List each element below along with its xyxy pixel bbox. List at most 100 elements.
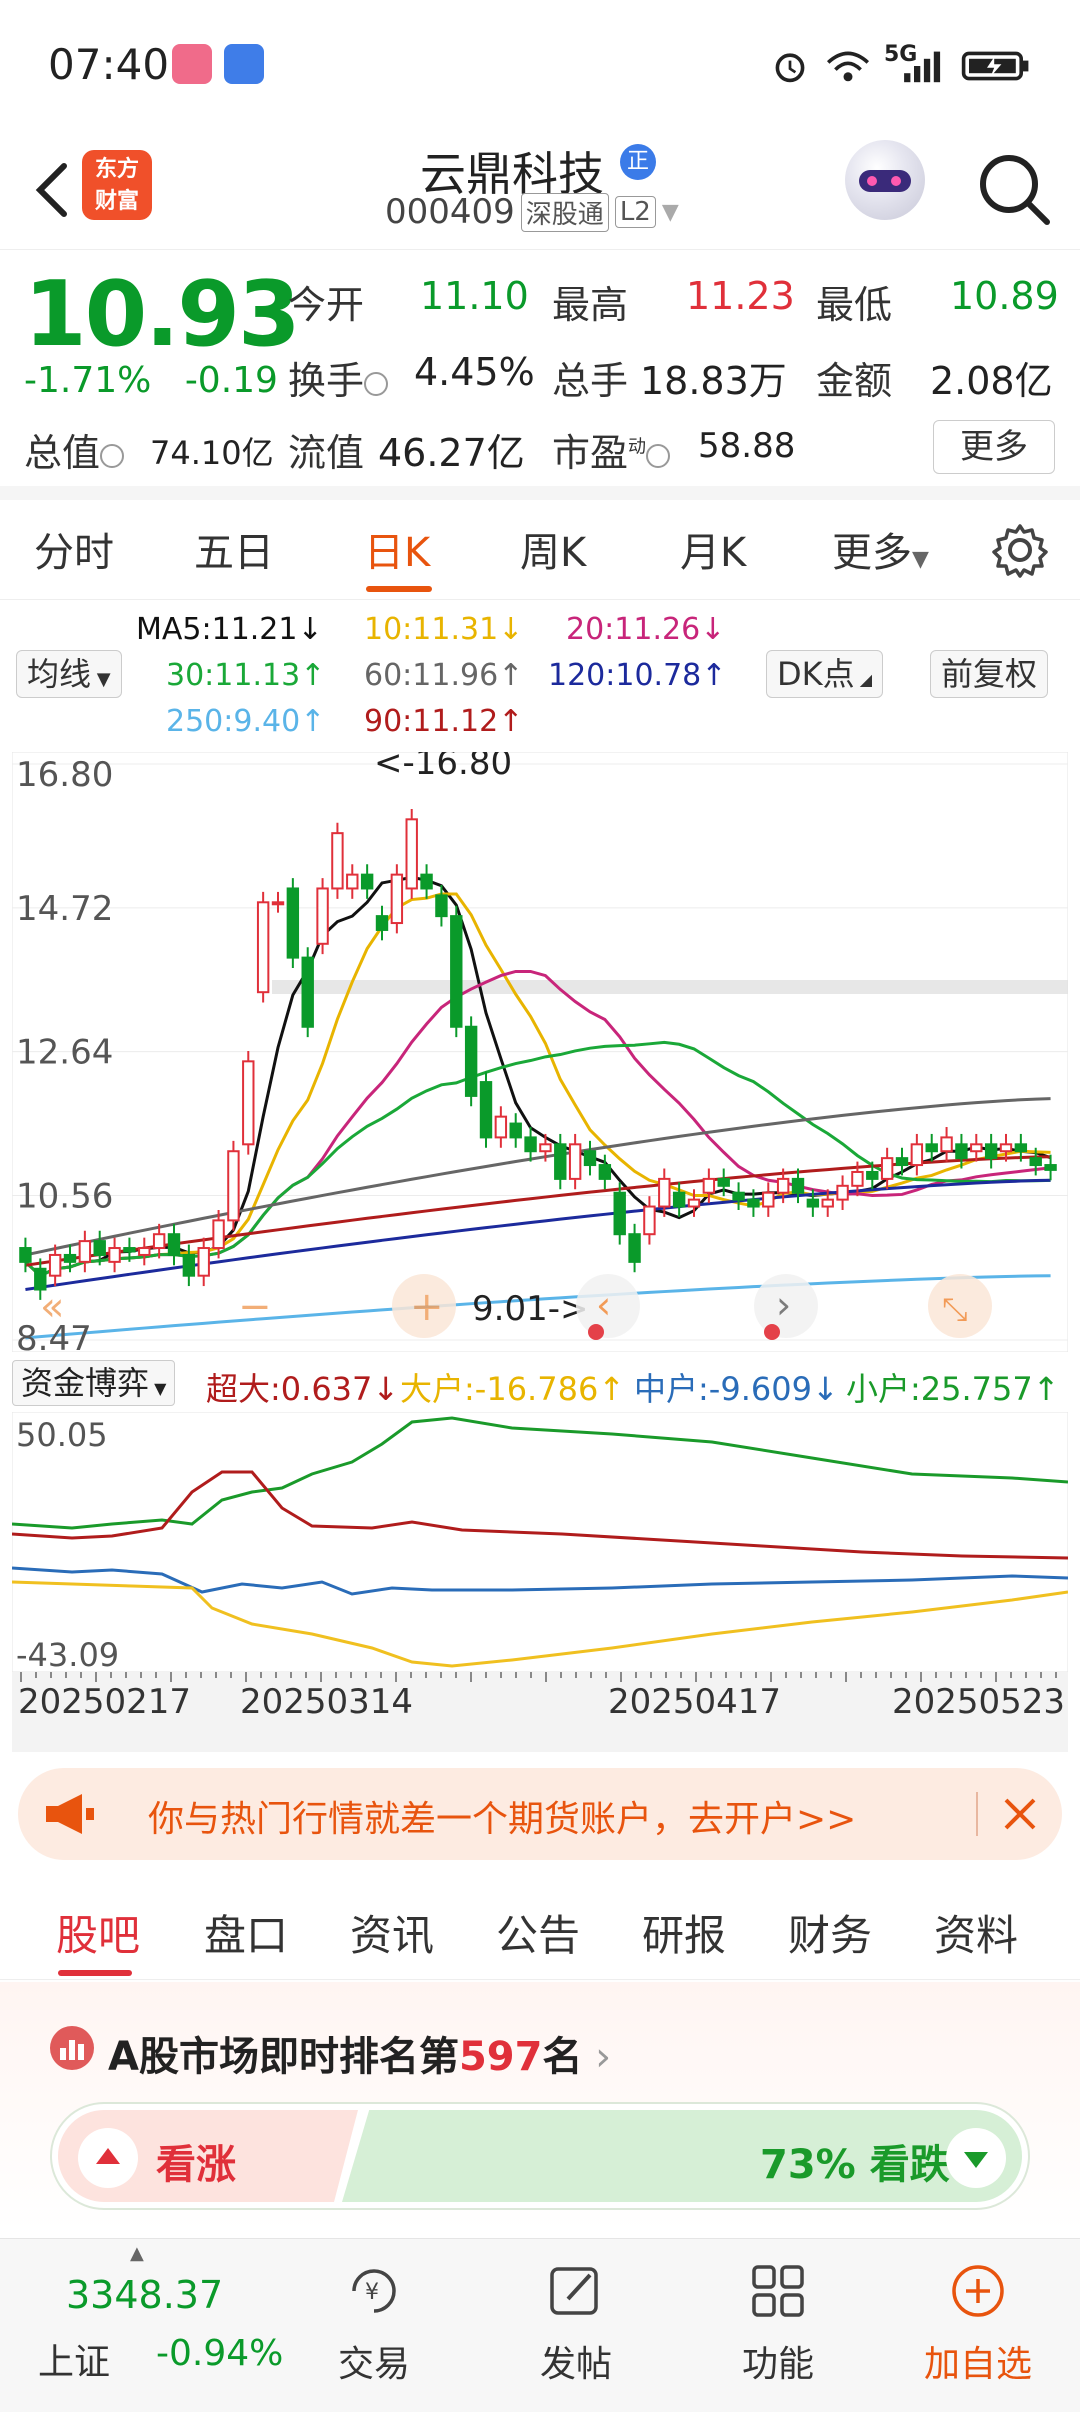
candle xyxy=(791,1177,805,1194)
search-icon[interactable] xyxy=(975,150,1055,230)
function-button[interactable]: 功能 xyxy=(698,2335,858,2387)
ma10-value: 10:11.31↓ xyxy=(364,612,524,647)
candle xyxy=(227,1150,240,1222)
period-tabs: 分时 五日 日K 周K 月K 更多▼ xyxy=(0,500,1080,600)
more-button[interactable]: 更多 xyxy=(933,420,1055,474)
dk-point-button[interactable]: DK点 ◢ xyxy=(766,650,884,698)
next-icon[interactable]: › xyxy=(776,1283,791,1327)
fund-flow-legend: 资金博弈 ▼ 超大:0.637↓ 大户:-16.786↑ 中户:-9.609↓ … xyxy=(0,1360,1080,1410)
date-tick xyxy=(215,1672,217,1678)
dk-marker xyxy=(588,1324,604,1340)
open-label: 今开 xyxy=(288,283,365,327)
min-price-label: 9.01-> xyxy=(472,1289,588,1329)
section-tabs: 股吧 盘口 资讯 公告 研报 财务 资料 xyxy=(0,1880,1080,1980)
volume-value: 18.83万 xyxy=(640,359,787,403)
down-arrow-icon xyxy=(964,2152,988,2168)
candle xyxy=(1014,1143,1028,1153)
flow-selector[interactable]: 资金博弈 ▼ xyxy=(12,1360,176,1406)
sentiment-vote: 看涨 73% 看跌 xyxy=(50,2102,1030,2210)
back-icon[interactable] xyxy=(20,150,90,230)
tab-intraday[interactable]: 分时 xyxy=(34,520,114,578)
tab-finance[interactable]: 财务 xyxy=(788,1902,872,1963)
tab-profile[interactable]: 资料 xyxy=(934,1902,1018,1963)
info-icon[interactable] xyxy=(364,371,389,396)
candle xyxy=(598,1164,612,1180)
svg-text:¥: ¥ xyxy=(365,2280,379,2305)
date-tick xyxy=(965,1672,967,1678)
promo-banner[interactable]: 你与热门行情就差一个期货账户，去开户>> xyxy=(18,1768,1062,1860)
tab-weekly-k[interactable]: 周K xyxy=(520,520,586,578)
candle xyxy=(286,887,300,959)
date-tick xyxy=(890,1672,892,1678)
tab-daily-k[interactable]: 日K xyxy=(364,520,430,578)
date-tick xyxy=(425,1672,427,1678)
date-label: 20250314 xyxy=(240,1682,414,1722)
bearish-button[interactable] xyxy=(946,2128,1006,2188)
date-tick xyxy=(635,1672,637,1678)
date-tick xyxy=(500,1672,502,1678)
tab-research[interactable]: 研报 xyxy=(642,1902,726,1963)
mktcap-label-text: 总值 xyxy=(24,431,101,475)
candle xyxy=(910,1143,924,1167)
candle xyxy=(479,1081,493,1139)
tab-announcements[interactable]: 公告 xyxy=(496,1902,580,1963)
index-name: 上证 xyxy=(38,2342,111,2383)
candle xyxy=(821,1198,834,1208)
fullscreen-icon[interactable]: ⤡ xyxy=(942,1290,968,1328)
info-icon[interactable] xyxy=(646,443,671,468)
tab-news[interactable]: 资讯 xyxy=(350,1902,434,1963)
tab-orderbook[interactable]: 盘口 xyxy=(204,1902,288,1963)
stock-header: 东方 财富 云鼎科技 正 000409 深股通 L2 ▼ xyxy=(0,130,1080,250)
zoom-in-icon[interactable]: + xyxy=(410,1284,444,1330)
date-tick xyxy=(770,1672,772,1682)
app-notification-icon xyxy=(224,44,264,84)
candle xyxy=(583,1150,597,1167)
tab-more[interactable]: 更多▼ xyxy=(832,520,929,578)
market-rank[interactable]: A股市场即时排名第597名 › xyxy=(108,2024,611,2082)
trade-button[interactable]: 交易 xyxy=(294,2335,454,2387)
candle xyxy=(494,1115,508,1139)
ma5-value: MA5:11.21↓ xyxy=(136,612,323,647)
grid-apps-icon xyxy=(752,2265,804,2317)
candle xyxy=(331,832,344,890)
rank-icon xyxy=(50,2026,94,2070)
indicator-selector[interactable]: 均线 ▼ xyxy=(16,650,122,698)
tab-five-day[interactable]: 五日 xyxy=(194,520,274,578)
adjust-button[interactable]: 前复权 xyxy=(930,650,1049,698)
info-icon[interactable] xyxy=(100,443,125,468)
close-icon[interactable] xyxy=(998,1792,1042,1836)
candle xyxy=(687,1198,701,1208)
pe-superscript: 动 xyxy=(628,436,647,458)
prev-icon[interactable]: ‹ xyxy=(596,1283,611,1327)
date-label: 20250417 xyxy=(608,1682,782,1722)
candle xyxy=(390,873,404,925)
bearish-text: 看跌 xyxy=(869,2142,950,2188)
date-tick xyxy=(1055,1672,1057,1678)
candle xyxy=(152,1233,166,1250)
post-icon xyxy=(550,2267,598,2315)
tab-forum[interactable]: 股吧 xyxy=(56,1902,140,1963)
stock-code-row[interactable]: 000409 深股通 L2 ▼ xyxy=(385,192,679,232)
candle xyxy=(955,1143,968,1160)
mktcap-value: 74.10亿 xyxy=(150,434,274,472)
y-tick-label: 10.56 xyxy=(16,1176,113,1216)
index-ticker[interactable]: ▲ 3348.37 上证 -0.94% xyxy=(0,2239,290,2413)
fund-flow-chart[interactable]: 50.05 -43.09 xyxy=(12,1412,1068,1672)
zoom-out-icon[interactable]: − xyxy=(238,1284,272,1330)
assistant-robot-icon[interactable] xyxy=(845,140,925,220)
double-left-icon[interactable]: « xyxy=(40,1284,64,1330)
post-button[interactable]: 发帖 xyxy=(496,2335,656,2387)
date-tick xyxy=(275,1672,277,1678)
candle xyxy=(435,894,448,918)
wifi-icon xyxy=(826,51,870,82)
gear-icon[interactable] xyxy=(990,520,1050,580)
bullish-label: 看涨 xyxy=(156,2142,236,2188)
candle xyxy=(108,1247,121,1263)
bullish-button[interactable] xyxy=(78,2128,138,2188)
change-pct: -1.71% xyxy=(24,360,152,401)
add-watchlist-button[interactable]: 加自选 xyxy=(898,2335,1058,2387)
candlestick-chart[interactable]: 16.8014.7212.6410.568.47 <-16.80 9.01-> … xyxy=(12,752,1068,1352)
tab-monthly-k[interactable]: 月K xyxy=(680,520,746,578)
candle xyxy=(509,1122,522,1139)
highlight-band xyxy=(272,980,1068,994)
